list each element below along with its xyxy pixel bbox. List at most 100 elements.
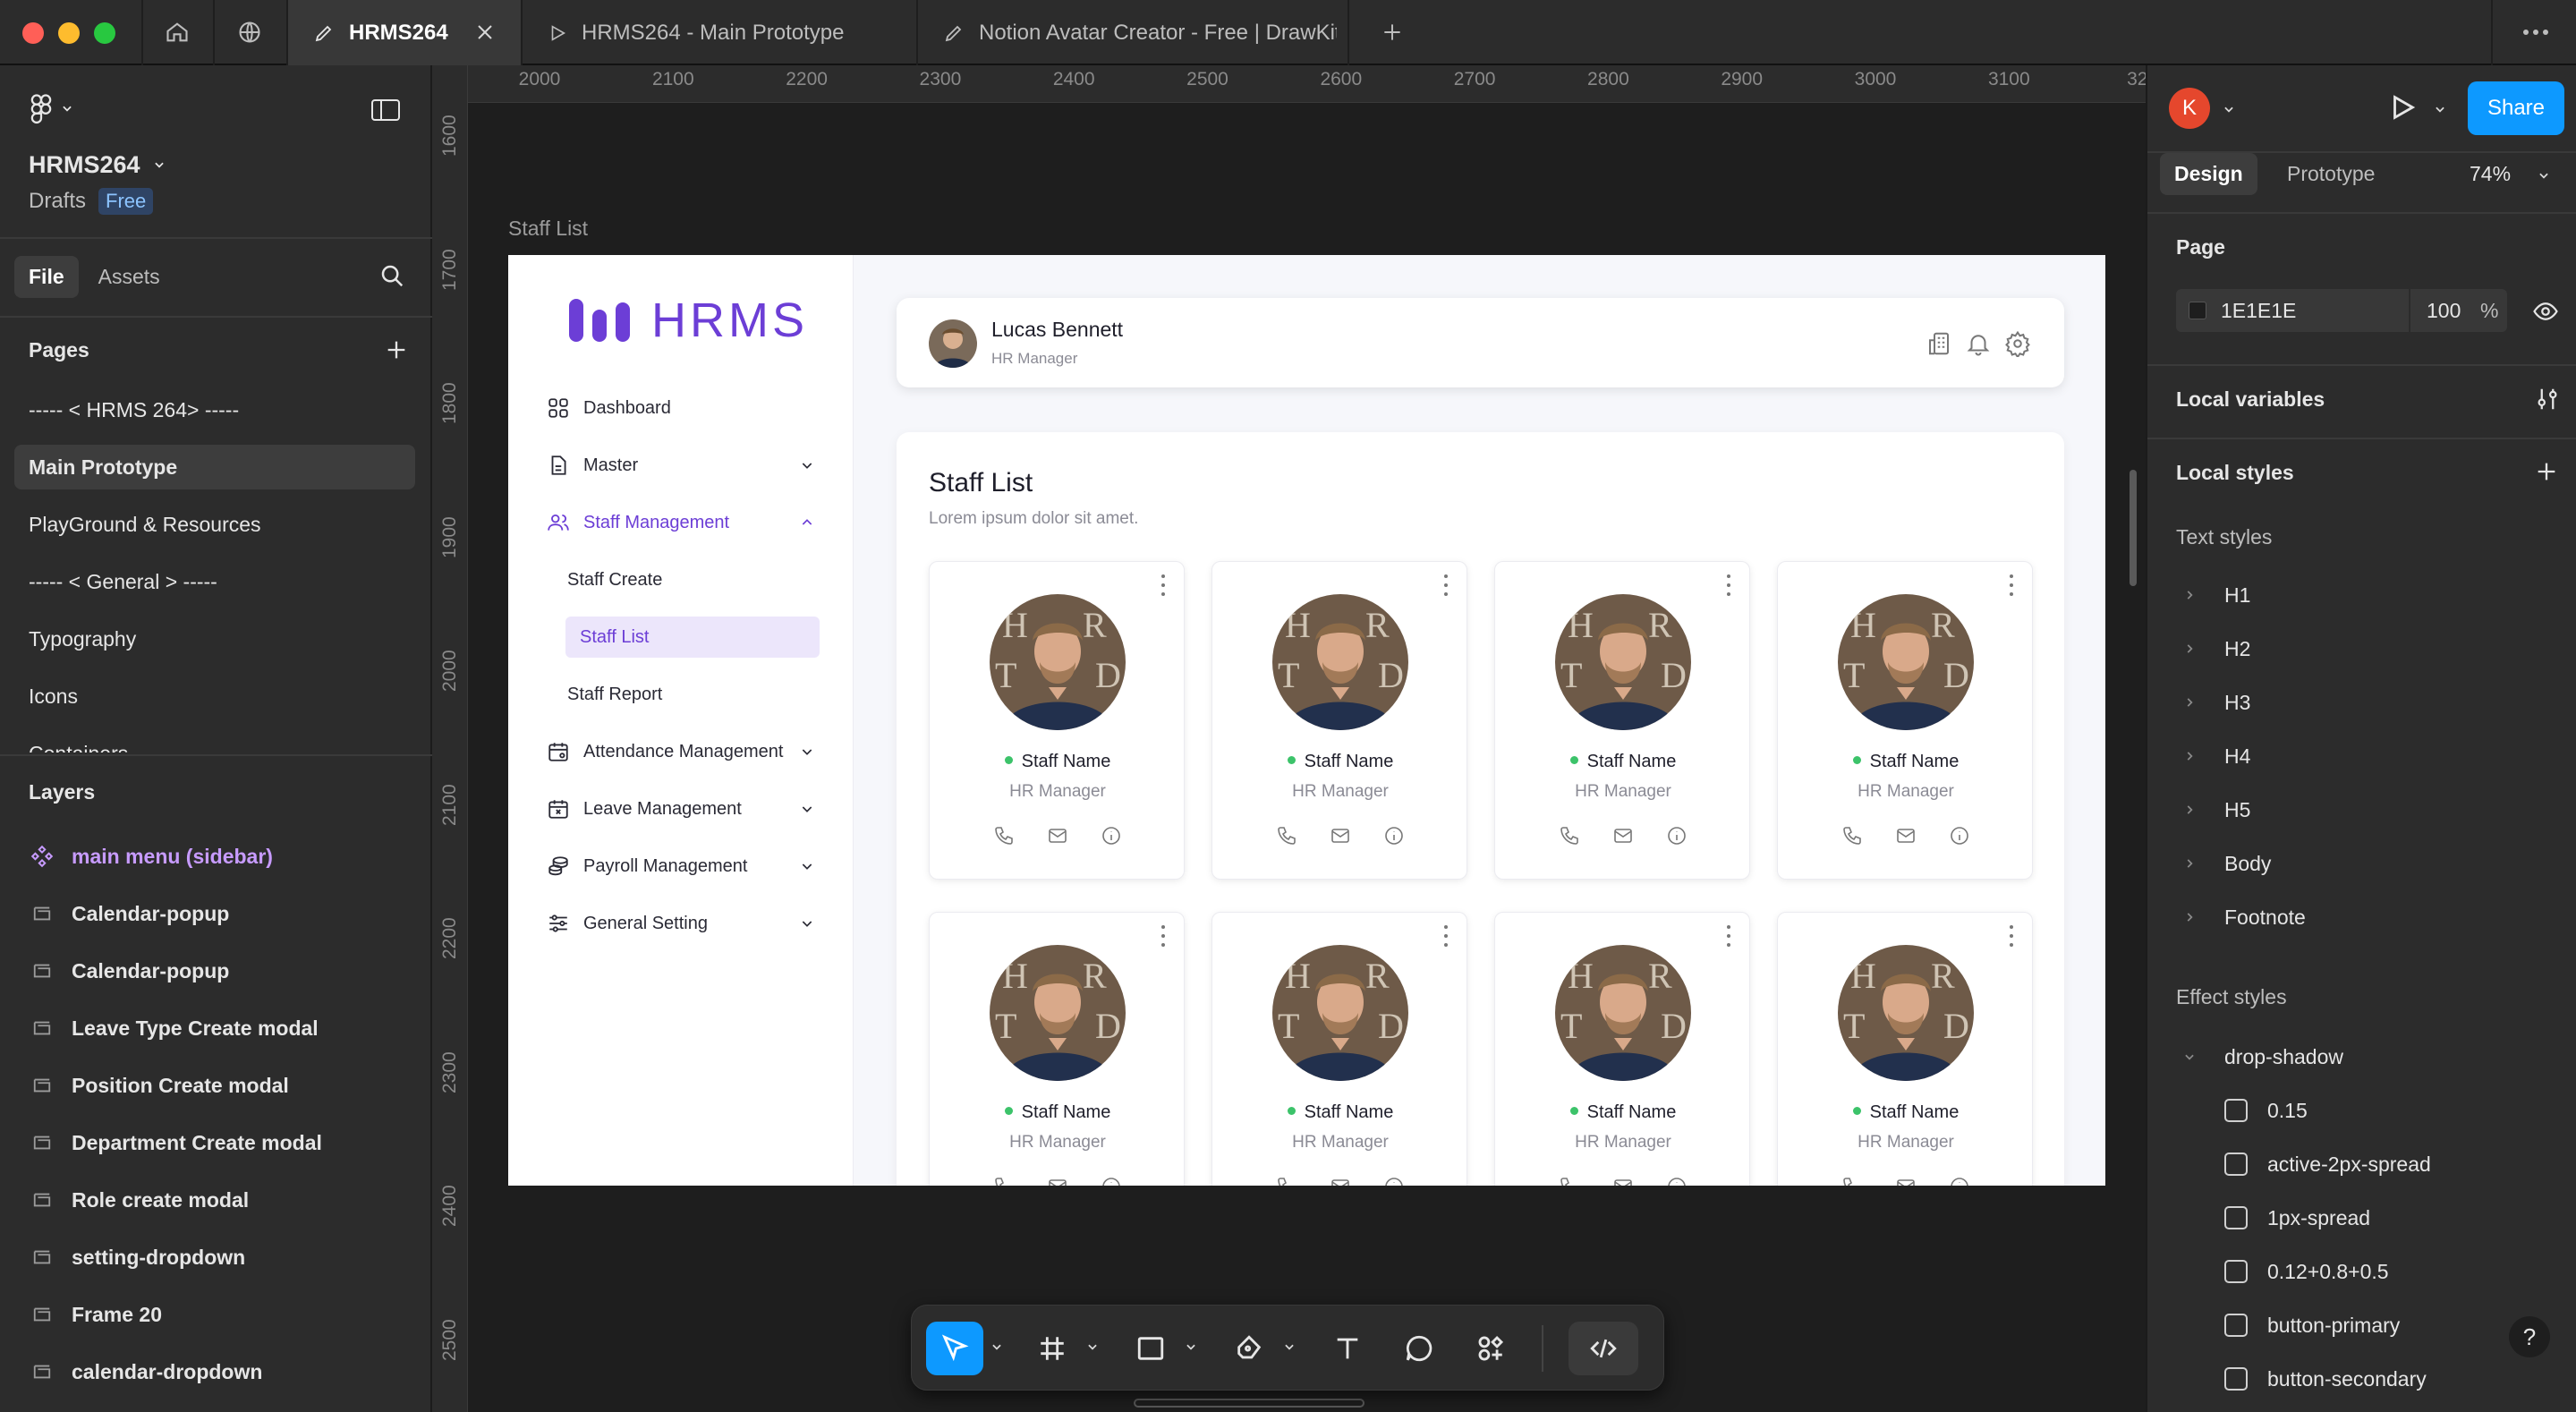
present-play-icon[interactable] bbox=[2387, 92, 2418, 127]
phone-icon[interactable] bbox=[993, 1176, 1015, 1186]
phone-icon[interactable] bbox=[1841, 825, 1863, 846]
nav-item[interactable]: Staff Create bbox=[567, 559, 662, 600]
page-opacity-value[interactable]: 100 bbox=[2427, 299, 2461, 323]
chevron-down-icon[interactable] bbox=[2434, 103, 2446, 120]
canvas[interactable]: Staff List HRMS Dashboard Master Staff Man… bbox=[468, 103, 2146, 1412]
staff-card[interactable]: H R T D Staff Name HR Manager bbox=[929, 912, 1185, 1186]
info-icon[interactable] bbox=[1383, 825, 1405, 846]
kebab-menu-icon[interactable] bbox=[1159, 574, 1168, 596]
layer-item[interactable]: setting-dropdown bbox=[0, 1229, 432, 1286]
avatar[interactable] bbox=[929, 319, 977, 368]
share-button[interactable]: Share bbox=[2468, 81, 2564, 135]
chevron-down-icon[interactable] bbox=[1184, 1340, 1198, 1354]
add-style-icon[interactable] bbox=[2534, 459, 2559, 489]
kebab-menu-icon[interactable] bbox=[1724, 925, 1733, 947]
nav-item[interactable]: Staff List bbox=[565, 617, 820, 658]
tab-file[interactable]: File bbox=[14, 255, 79, 298]
mail-icon[interactable] bbox=[1612, 1176, 1634, 1186]
settings-gear-icon[interactable] bbox=[2004, 330, 2031, 362]
text-style-item[interactable]: Body bbox=[2147, 837, 2576, 890]
page-color-value[interactable]: 1E1E1E bbox=[2221, 299, 2296, 323]
page-item[interactable]: ----- < General > ----- bbox=[0, 559, 432, 604]
staff-card[interactable]: H R T D Staff Name HR Manager bbox=[1494, 561, 1750, 880]
staff-list-frame[interactable]: HRMS Dashboard Master Staff Management Staf… bbox=[508, 255, 2105, 1186]
chevron-down-icon[interactable] bbox=[2223, 103, 2235, 120]
page-item[interactable]: Icons bbox=[0, 674, 432, 719]
phone-icon[interactable] bbox=[993, 825, 1015, 846]
staff-card[interactable]: H R T D Staff Name HR Manager bbox=[1211, 561, 1467, 880]
comment-tool-button[interactable] bbox=[1395, 1322, 1443, 1375]
local-variables-title[interactable]: Local variables bbox=[2176, 387, 2325, 412]
nav-item[interactable]: General Setting bbox=[546, 903, 816, 944]
frame-tool-button[interactable] bbox=[1028, 1322, 1076, 1375]
rectangle-tool-button[interactable] bbox=[1126, 1322, 1175, 1375]
info-icon[interactable] bbox=[1101, 825, 1122, 846]
nav-item[interactable]: Leave Management bbox=[546, 788, 816, 829]
info-icon[interactable] bbox=[1949, 825, 1970, 846]
maximize-window-button[interactable] bbox=[94, 22, 115, 44]
effect-style-item[interactable]: 0.15 bbox=[2147, 1084, 2576, 1137]
mail-icon[interactable] bbox=[1895, 1176, 1917, 1186]
layer-item[interactable]: Calendar-popup bbox=[0, 885, 432, 942]
kebab-menu-icon[interactable] bbox=[1441, 925, 1450, 947]
kebab-menu-icon[interactable] bbox=[2007, 925, 2016, 947]
mail-icon[interactable] bbox=[1330, 825, 1351, 846]
home-icon[interactable] bbox=[157, 13, 197, 52]
staff-card[interactable]: H R T D Staff Name HR Manager bbox=[929, 561, 1185, 880]
tab-assets[interactable]: Assets bbox=[98, 265, 160, 289]
info-icon[interactable] bbox=[1949, 1176, 1970, 1186]
text-style-item[interactable]: H5 bbox=[2147, 783, 2576, 837]
page-item[interactable]: PlayGround & Resources bbox=[0, 502, 432, 547]
kebab-menu-icon[interactable] bbox=[1441, 574, 1450, 596]
page-item[interactable]: Containers bbox=[0, 731, 432, 753]
close-window-button[interactable] bbox=[22, 22, 44, 44]
tab-hrms264[interactable]: HRMS264 bbox=[288, 0, 521, 65]
info-icon[interactable] bbox=[1101, 1176, 1122, 1186]
staff-card[interactable]: H R T D Staff Name HR Manager bbox=[1494, 912, 1750, 1186]
file-name-menu[interactable]: HRMS264 bbox=[0, 148, 432, 182]
nav-item[interactable]: Attendance Management bbox=[546, 731, 816, 772]
nav-item[interactable]: Master bbox=[546, 445, 816, 486]
text-style-item[interactable]: H1 bbox=[2147, 568, 2576, 622]
text-tool-button[interactable] bbox=[1323, 1322, 1372, 1375]
minimize-window-button[interactable] bbox=[58, 22, 80, 44]
nav-item[interactable]: Payroll Management bbox=[546, 846, 816, 887]
text-style-item[interactable]: H4 bbox=[2147, 729, 2576, 783]
nav-item[interactable]: Dashboard bbox=[546, 387, 671, 429]
dev-mode-toggle[interactable] bbox=[1569, 1322, 1638, 1375]
text-style-item[interactable]: Footnote bbox=[2147, 890, 2576, 944]
effect-group-drop-shadow[interactable]: drop-shadow bbox=[2147, 1030, 2576, 1084]
effect-style-item[interactable]: active-2px-spread bbox=[2147, 1137, 2576, 1191]
layer-item[interactable]: Frame 20 bbox=[0, 1286, 432, 1343]
kebab-menu-icon[interactable] bbox=[1724, 574, 1733, 596]
layer-item[interactable]: Role create modal bbox=[0, 1171, 432, 1229]
layer-item[interactable]: Calendar-popup bbox=[0, 942, 432, 999]
new-tab-icon[interactable] bbox=[1373, 13, 1412, 52]
chevron-down-icon[interactable] bbox=[2538, 169, 2550, 186]
drafts-label[interactable]: Drafts bbox=[29, 189, 86, 214]
page-item[interactable]: Main Prototype bbox=[14, 445, 415, 489]
nav-item[interactable]: Staff Management bbox=[546, 502, 816, 543]
mail-icon[interactable] bbox=[1330, 1176, 1351, 1186]
effect-style-item[interactable]: button-secondary bbox=[2147, 1352, 2576, 1406]
search-icon[interactable] bbox=[378, 262, 405, 293]
tab-prototype[interactable]: Prototype bbox=[2287, 162, 2375, 186]
main-menu-button[interactable] bbox=[0, 92, 432, 128]
color-swatch[interactable] bbox=[2189, 302, 2206, 319]
staff-card[interactable]: H R T D Staff Name HR Manager bbox=[1777, 912, 2033, 1186]
move-tool-button[interactable] bbox=[926, 1322, 983, 1375]
zoom-level[interactable]: 74% bbox=[2470, 162, 2511, 186]
layer-item[interactable]: Position Create modal bbox=[0, 1057, 432, 1114]
tab-design[interactable]: Design bbox=[2160, 153, 2257, 195]
mail-icon[interactable] bbox=[1047, 1176, 1068, 1186]
phone-icon[interactable] bbox=[1841, 1176, 1863, 1186]
kebab-menu-icon[interactable] bbox=[2007, 574, 2016, 596]
add-page-icon[interactable] bbox=[384, 337, 409, 367]
chevron-down-icon[interactable] bbox=[1282, 1340, 1297, 1354]
eye-icon[interactable] bbox=[2532, 298, 2559, 329]
layer-item[interactable]: Department Create modal bbox=[0, 1114, 432, 1171]
variables-sliders-icon[interactable] bbox=[2534, 386, 2561, 417]
page-item[interactable]: Typography bbox=[0, 617, 432, 661]
close-tab-icon[interactable] bbox=[474, 21, 496, 49]
frame-label[interactable]: Staff List bbox=[508, 217, 588, 241]
